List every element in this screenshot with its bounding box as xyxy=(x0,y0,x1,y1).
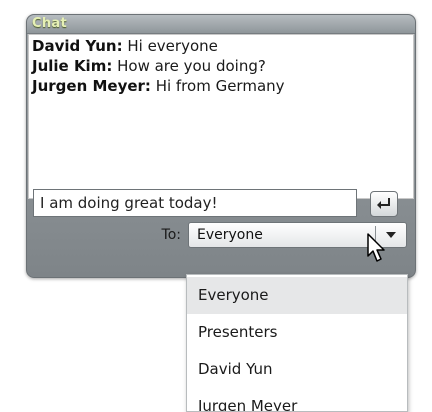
dropdown-option-jurgen-meyer[interactable]: Jurgen Meyer xyxy=(187,388,407,411)
dropdown-option-david-yun[interactable]: David Yun xyxy=(187,351,407,388)
dropdown-option-presenters[interactable]: Presenters xyxy=(187,314,407,351)
recipient-selected-value: Everyone xyxy=(197,227,263,243)
chat-message-input[interactable]: I am doing great today! xyxy=(33,189,357,217)
message-text: Hi from Germany xyxy=(150,77,285,95)
chat-panel: Chat David Yun: Hi everyone Julie Kim: H… xyxy=(26,14,416,278)
chat-message: Jurgen Meyer: Hi from Germany xyxy=(32,76,285,96)
message-sender: David Yun: xyxy=(32,37,123,55)
message-text: How are you doing? xyxy=(112,57,266,75)
enter-icon xyxy=(377,198,390,209)
recipient-label: To: xyxy=(161,227,181,243)
chat-message: Julie Kim: How are you doing? xyxy=(32,56,266,76)
chat-message-list: David Yun: Hi everyone Julie Kim: How ar… xyxy=(28,34,414,199)
mouse-pointer-icon xyxy=(367,233,385,262)
dropdown-option-everyone[interactable]: Everyone xyxy=(187,277,407,314)
message-sender: Jurgen Meyer: xyxy=(32,77,151,95)
send-button[interactable] xyxy=(370,191,398,217)
message-text: Hi everyone xyxy=(122,37,218,55)
message-sender: Julie Kim: xyxy=(32,57,113,75)
chat-panel-title: Chat xyxy=(32,16,67,31)
chat-panel-header: Chat xyxy=(27,15,415,34)
chat-message: David Yun: Hi everyone xyxy=(32,36,218,56)
recipient-dropdown-list: Everyone Presenters David Yun Jurgen Mey… xyxy=(186,274,408,412)
